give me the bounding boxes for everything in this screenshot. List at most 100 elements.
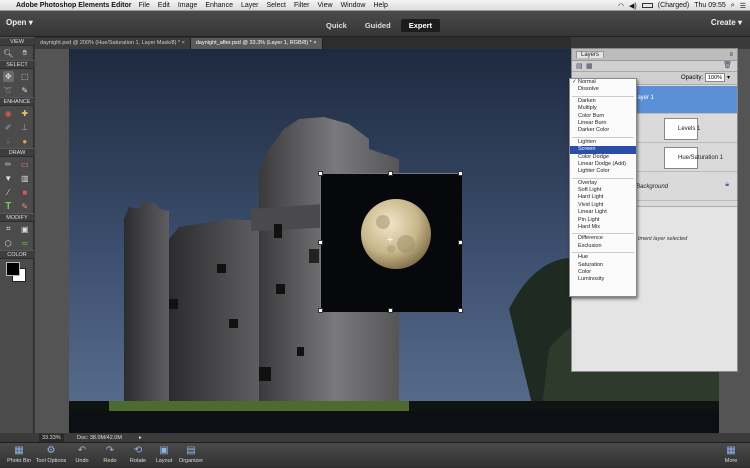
lasso-tool-icon[interactable]: ➰ — [3, 85, 14, 96]
blend-mode-multiply[interactable]: Multiply — [570, 105, 636, 112]
content-aware-move-icon[interactable]: ⬡ — [3, 238, 14, 249]
transform-handle[interactable] — [318, 308, 323, 313]
chevron-down-icon[interactable]: ▾ — [727, 74, 730, 81]
open-button[interactable]: Open ▾ — [6, 18, 33, 27]
spot-healing-tool-icon[interactable]: ✚ — [19, 108, 30, 119]
paint-bucket-tool-icon[interactable]: ▼ — [3, 173, 14, 184]
eyedropper-tool-icon[interactable]: ⁄ — [3, 187, 14, 198]
doc-tab-daynight-after[interactable]: daynight_after.psd @ 33.3% (Layer 1, RGB… — [190, 38, 323, 49]
menu-enhance[interactable]: Enhance — [205, 2, 233, 9]
menu-image[interactable]: Image — [178, 2, 197, 9]
tab-expert[interactable]: Expert — [400, 19, 441, 32]
blend-mode-hue[interactable]: Hue — [570, 254, 636, 261]
marquee-tool-icon[interactable]: ⬚ — [19, 71, 30, 82]
organizer-button[interactable]: ▤ Organizer — [172, 445, 210, 464]
layers-tab[interactable]: Layers — [576, 51, 605, 58]
menu-select[interactable]: Select — [266, 2, 285, 9]
blend-mode-vivid-light[interactable]: Vivid Light — [570, 202, 636, 209]
blend-mode-difference[interactable]: Difference — [570, 235, 636, 242]
blend-mode-linear-dodge-add[interactable]: Linear Dodge (Add) — [570, 161, 636, 168]
shape-tool-icon[interactable]: ■ — [19, 187, 30, 198]
blend-mode-linear-burn[interactable]: Linear Burn — [570, 120, 636, 127]
doc-tab-daynight[interactable]: daynight.psd @ 200% (Hue/Saturation 1, L… — [35, 38, 191, 49]
foreground-color-swatch[interactable] — [6, 262, 20, 276]
blend-mode-dissolve[interactable]: Dissolve — [570, 86, 636, 93]
blend-mode-darker-color[interactable]: Darker Color — [570, 127, 636, 134]
clone-stamp-tool-icon[interactable]: ⊥ — [19, 122, 30, 133]
color-swatches — [0, 259, 33, 285]
blend-mode-hard-mix[interactable]: Hard Mix — [570, 224, 636, 231]
menu-file[interactable]: File — [139, 2, 150, 9]
spotlight-icon[interactable]: ⌕ — [731, 2, 735, 10]
volume-icon[interactable]: ◀) — [629, 2, 637, 10]
transform-handle[interactable] — [458, 308, 463, 313]
red-eye-tool-icon[interactable]: ◉ — [3, 108, 14, 119]
blend-mode-lighten[interactable]: Lighten — [570, 139, 636, 146]
tab-quick[interactable]: Quick — [318, 19, 355, 32]
blend-mode-soft-light[interactable]: Soft Light — [570, 187, 636, 194]
blend-mode-pin-light[interactable]: Pin Light — [570, 217, 636, 224]
sponge-tool-icon[interactable]: ● — [19, 136, 30, 147]
brush-tool-icon[interactable]: ✏︎ — [3, 159, 14, 170]
transform-handle[interactable] — [388, 308, 393, 313]
blend-mode-saturation[interactable]: Saturation — [570, 262, 636, 269]
lock-icon[interactable]: 🔒︎ — [725, 181, 729, 189]
transform-handle[interactable] — [458, 240, 463, 245]
blend-mode-linear-light[interactable]: Linear Light — [570, 209, 636, 216]
pencil-tool-icon[interactable]: ✎ — [19, 201, 30, 212]
crop-tool-icon[interactable]: ⌗ — [3, 224, 14, 235]
blend-mode-color[interactable]: Color — [570, 269, 636, 276]
blend-mode-luminosity[interactable]: Luminosity — [570, 276, 636, 283]
smart-brush-tool-icon[interactable]: ✐ — [3, 122, 14, 133]
close-icon[interactable]: × — [182, 40, 185, 46]
transform-handle[interactable] — [318, 240, 323, 245]
blend-mode-hard-light[interactable]: Hard Light — [570, 194, 636, 201]
blend-mode-exclusion[interactable]: Exclusion — [570, 243, 636, 250]
close-icon[interactable]: × — [313, 40, 316, 46]
move-tool-icon[interactable]: ✥ — [2, 70, 14, 82]
menu-edit[interactable]: Edit — [158, 2, 170, 9]
menu-view[interactable]: View — [318, 2, 333, 9]
wifi-icon[interactable]: ◠ — [618, 2, 624, 10]
blend-mode-color-dodge[interactable]: Color Dodge — [570, 154, 636, 161]
bottom-task-bar: ▦ Photo Bin ⚙︎ Tool Options ↶ Undo ↷ Redo ⟲ R… — [0, 442, 750, 468]
recompose-tool-icon[interactable]: ▣ — [19, 224, 30, 235]
blur-tool-icon[interactable]: 💧︎ — [3, 136, 14, 147]
quick-selection-tool-icon[interactable]: ✎ — [19, 85, 30, 96]
app-name-menu[interactable]: Adobe Photoshop Elements Editor — [16, 2, 132, 9]
panel-menu-icon[interactable]: ≡ — [729, 49, 733, 61]
tab-guided[interactable]: Guided — [357, 19, 399, 32]
menu-filter[interactable]: Filter — [294, 2, 310, 9]
menu-help[interactable]: Help — [373, 2, 387, 9]
battery-icon[interactable] — [641, 3, 653, 8]
blend-mode-overlay[interactable]: Overlay — [570, 180, 636, 187]
transform-handle[interactable] — [388, 171, 393, 176]
blend-mode-lighter-color[interactable]: Lighter Color — [570, 168, 636, 175]
menu-layer[interactable]: Layer — [241, 2, 259, 9]
eraser-tool-icon[interactable]: ▭ — [19, 159, 30, 170]
blend-mode-darken[interactable]: Darken — [570, 98, 636, 105]
more-button[interactable]: ▦ More — [712, 445, 750, 464]
new-group-icon[interactable]: ▦ — [586, 62, 593, 70]
hand-tool-icon[interactable]: ✋︎ — [19, 48, 30, 59]
status-menu-icon[interactable]: ▸ — [139, 434, 142, 442]
straighten-tool-icon[interactable]: ═ — [19, 238, 30, 249]
undo-icon: ↶ — [77, 445, 87, 456]
gradient-tool-icon[interactable]: ▥ — [19, 173, 30, 184]
clock[interactable]: Thu 09:55 — [694, 2, 726, 9]
new-layer-icon[interactable]: ▤ — [576, 62, 583, 70]
transform-handle[interactable] — [318, 171, 323, 176]
zoom-tool-icon[interactable]: 🔍︎ — [3, 48, 14, 59]
transform-handle[interactable] — [458, 171, 463, 176]
opacity-field[interactable]: 100% — [705, 73, 725, 82]
blend-mode-normal[interactable]: ✓ Normal — [570, 79, 636, 86]
create-button[interactable]: Create ▾ — [711, 18, 742, 27]
moon-layer-selection[interactable]: ✛ — [318, 171, 463, 313]
delete-layer-icon[interactable]: 🗑︎ — [723, 61, 732, 69]
notifications-icon[interactable]: ☰ — [740, 2, 746, 10]
zoom-level[interactable]: 33.33% — [39, 434, 64, 442]
menu-window[interactable]: Window — [341, 2, 366, 9]
blend-mode-screen[interactable]: Screen — [570, 146, 636, 154]
blend-mode-color-burn[interactable]: Color Burn — [570, 113, 636, 120]
type-tool-icon[interactable]: T — [3, 201, 14, 212]
